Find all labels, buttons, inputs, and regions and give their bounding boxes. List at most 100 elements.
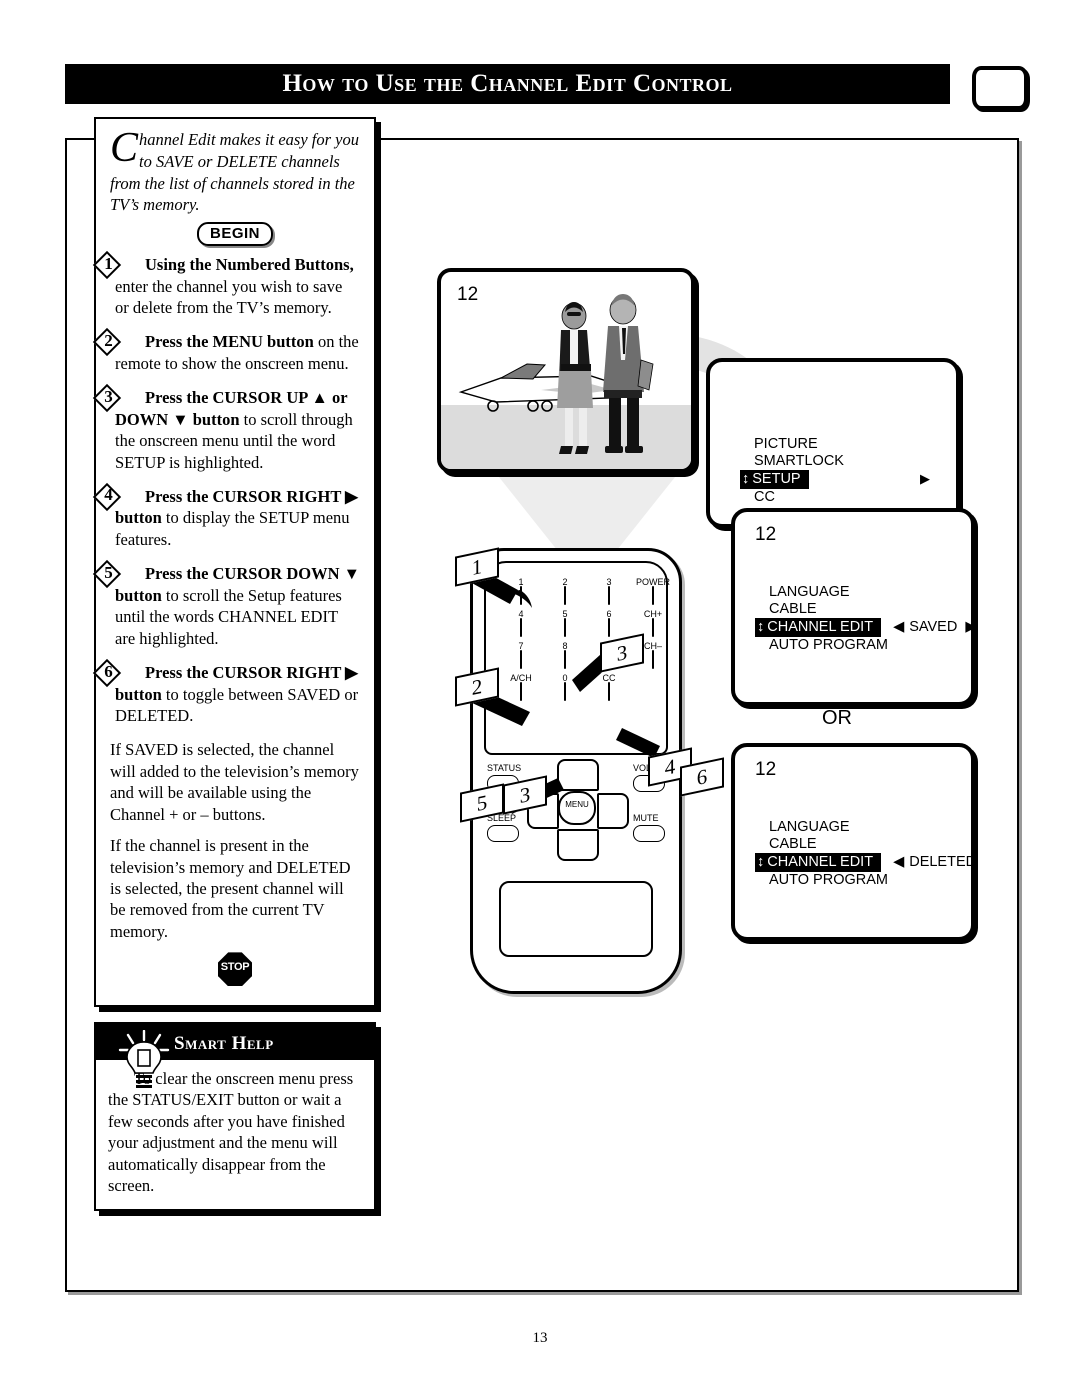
osd-item-picture[interactable]: PICTURE	[752, 436, 844, 453]
intro-line-1: hannel Edit makes it easy for you	[139, 130, 359, 149]
osd-channel-edit-deleted: 12 LANGUAGE CABLE ↕ CHANNEL EDIT ◀ DELETE…	[731, 743, 975, 941]
begin-badge: BEGIN	[196, 222, 273, 247]
remote-key-6[interactable]: 6	[590, 609, 628, 637]
remote-lower-panel	[499, 881, 653, 957]
stop-label: STOP	[220, 961, 250, 974]
osd-item-language-saved[interactable]: LANGUAGE	[767, 584, 971, 601]
osd-setup-right-arrow-icon: ▶	[920, 471, 930, 486]
step-number-5: 5	[94, 562, 128, 583]
step-number-4: 4	[94, 485, 128, 506]
smart-help-text: To clear the onscreen menu press the STA…	[108, 1069, 354, 1196]
tv-scene-graphic	[458, 294, 654, 454]
osd-item-channel-edit-saved[interactable]: ↕ CHANNEL EDIT	[755, 618, 882, 637]
remote-key-cc[interactable]: CC	[590, 673, 628, 701]
or-separator-label: OR	[822, 707, 852, 729]
intro-line-2: to SAVE or DELETE channels	[139, 151, 340, 171]
updown-arrow-icon: ↕	[742, 471, 750, 487]
tv-screen-illustration: 12	[437, 268, 695, 473]
osd-setup-menu: PICTURE SMARTLOCK ↕ SETUP ▶ CC	[706, 358, 960, 528]
remote-key-2[interactable]: 2	[546, 577, 584, 605]
osd-setup-items: PICTURE SMARTLOCK ↕ SETUP ▶ CC	[740, 436, 930, 506]
step-3: 3 Press the CURSOR UP ▲ or DOWN ▼ button…	[104, 387, 360, 473]
smart-help-body: To clear the onscreen menu press the STA…	[96, 1060, 374, 1209]
remote-key-7[interactable]: 7	[502, 641, 540, 669]
osd-item-setup[interactable]: ↕ SETUP	[740, 470, 809, 489]
step-4-text: Press the CURSOR RIGHT ▶ button to displ…	[115, 486, 360, 550]
step-number-3: 3	[94, 386, 128, 407]
step-1-text: Using the Numbered Buttons, enter the ch…	[115, 254, 360, 318]
remote-cursor-pad: MENU	[527, 759, 629, 861]
remote-key-0[interactable]: 0	[546, 673, 584, 701]
step-2: 2 Press the MENU button on the remote to…	[104, 331, 360, 374]
remote-key-channel-up[interactable]: CH+	[634, 609, 672, 637]
step-3-text: Press the CURSOR UP ▲ or DOWN ▼ button t…	[115, 387, 360, 473]
step-2-text: Press the MENU button on the remote to s…	[115, 331, 360, 374]
menu-button[interactable]: MENU	[558, 791, 596, 825]
remote-key-8[interactable]: 8	[546, 641, 584, 669]
updown-arrow-icon: ↕	[757, 619, 765, 635]
remote-key-spacer	[634, 673, 672, 701]
osd-channel-edit-saved: 12 LANGUAGE CABLE ↕ CHANNEL EDIT ◀ SAVED …	[731, 508, 975, 706]
begin-badge-wrap: BEGIN	[110, 222, 360, 247]
cursor-right-button[interactable]	[597, 793, 629, 829]
note-paragraph-saved: If SAVED is selected, the channel will a…	[110, 740, 359, 824]
remote-keypad: 1 2 3 POWER 4 5 6 CH+ 7 8 9 CH– A/CH 0 C…	[502, 577, 680, 705]
osd-row-setup: ↕ SETUP ▶	[740, 470, 930, 489]
remote-key-power[interactable]: POWER	[634, 577, 672, 605]
step-4: 4 Press the CURSOR RIGHT ▶ button to dis…	[104, 485, 360, 550]
remote-key-row-1: 1 2 3 POWER	[502, 577, 680, 605]
page-title: How to Use the Channel Edit Control	[282, 70, 733, 97]
step-6-text: Press the CURSOR RIGHT ▶ button to toggl…	[115, 662, 360, 726]
osd-item-cc[interactable]: CC	[752, 489, 844, 506]
osd-saved-channel-number: 12	[755, 524, 777, 545]
smart-help-box: Smart Help To clear the onscreen menu pr…	[94, 1022, 376, 1211]
step-5: 5 Press the CURSOR DOWN ▼ button to scro…	[104, 563, 360, 649]
step-6: 6 Press the CURSOR RIGHT ▶ button to tog…	[104, 662, 360, 726]
remote-key-alt-channel[interactable]: A/CH	[502, 673, 540, 701]
remote-key-3[interactable]: 3	[590, 577, 628, 605]
step-number-2: 2	[94, 330, 128, 351]
step-2-head: Press the MENU button	[145, 332, 314, 352]
remote-key-row-4: A/CH 0 CC	[502, 673, 680, 701]
stop-icon: STOP	[218, 952, 252, 987]
osd-item-auto-program-saved[interactable]: AUTO PROGRAM	[767, 637, 971, 654]
osd-item-auto-program-deleted[interactable]: AUTO PROGRAM	[767, 872, 971, 889]
osd-saved-value: SAVED	[909, 619, 958, 635]
osd-item-language-deleted[interactable]: LANGUAGE	[767, 819, 971, 836]
remote-mute-button[interactable]	[633, 825, 665, 842]
instruction-panel: Channel Edit makes it easy for you to SA…	[94, 117, 376, 1008]
intro-rest: from the list of channels stored in the …	[110, 173, 355, 215]
step-1: 1 Using the Numbered Buttons, enter the …	[104, 254, 360, 318]
osd-saved-left-arrow-icon: ◀	[893, 619, 905, 635]
updown-arrow-icon: ↕	[757, 854, 765, 870]
note-paragraph-deleted: If the channel is present in the televis…	[110, 836, 351, 941]
step-5-text: Press the CURSOR DOWN ▼ button to scroll…	[115, 563, 360, 649]
cursor-down-button[interactable]	[557, 829, 599, 861]
stop-sign-wrap: STOP	[110, 952, 360, 991]
osd-deleted-items: LANGUAGE CABLE ↕CHANNEL EDIT ◀ DELETED ▶…	[755, 819, 975, 889]
step-number-1: 1	[94, 253, 128, 274]
osd-deleted-left-arrow-icon: ◀	[893, 854, 905, 870]
osd-row-channel-edit-saved: ↕CHANNEL EDIT ◀ SAVED ▶	[755, 618, 971, 637]
intro-paragraph: Channel Edit makes it easy for you to SA…	[110, 125, 360, 216]
osd-item-cable-deleted[interactable]: CABLE	[767, 836, 971, 853]
remote-key-5[interactable]: 5	[546, 609, 584, 637]
osd-saved-items: LANGUAGE CABLE ↕CHANNEL EDIT ◀ SAVED ▶ A…	[755, 584, 971, 654]
drop-cap: C	[110, 125, 139, 171]
osd-saved-right-arrow-icon: ▶	[965, 619, 971, 636]
osd-deleted-channel-number: 12	[755, 759, 777, 780]
cursor-up-button[interactable]	[557, 759, 599, 791]
remote-key-4[interactable]: 4	[502, 609, 540, 637]
osd-item-smartlock[interactable]: SMARTLOCK	[752, 453, 844, 470]
osd-item-channel-edit-deleted[interactable]: ↕ CHANNEL EDIT	[755, 853, 882, 872]
remote-status-label: STATUS	[487, 763, 522, 773]
remote-key-1[interactable]: 1	[502, 577, 540, 605]
remote-key-row-2: 4 5 6 CH+	[502, 609, 680, 637]
osd-item-cable-saved[interactable]: CABLE	[767, 601, 971, 618]
step-1-body: enter the channel you wish to save or de…	[115, 276, 343, 317]
smart-help-title: Smart Help	[174, 1033, 274, 1054]
osd-deleted-value: DELETED	[909, 854, 975, 870]
smart-help-header: Smart Help	[96, 1024, 374, 1088]
step-1-head: Using the Numbered Buttons,	[145, 255, 354, 275]
remote-sleep-button[interactable]	[487, 825, 519, 842]
